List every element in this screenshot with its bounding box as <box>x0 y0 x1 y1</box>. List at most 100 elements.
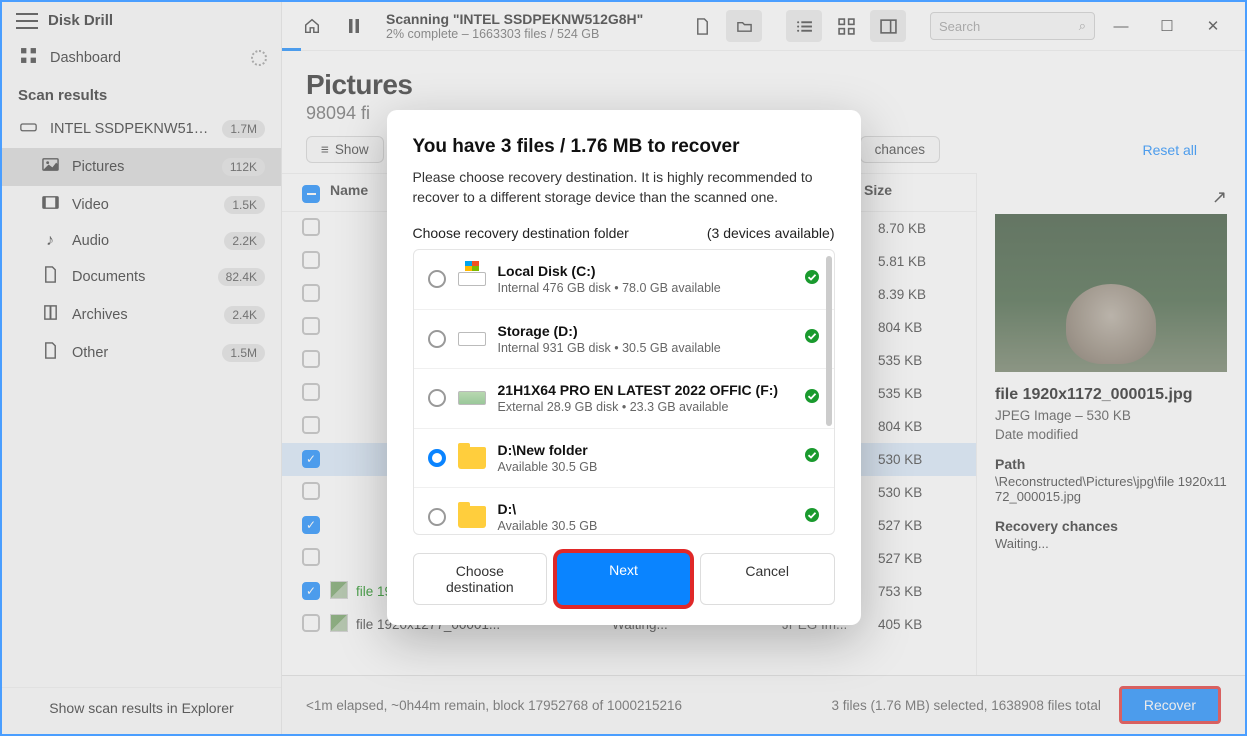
filter-chances[interactable]: chances <box>860 136 940 163</box>
sidebar-item-archives[interactable]: Archives 2.4K <box>2 296 281 334</box>
file-button[interactable] <box>684 10 720 42</box>
modal-devices-count: (3 devices available) <box>707 225 835 241</box>
sidebar-item-other[interactable]: Other 1.5M <box>2 334 281 372</box>
row-checkbox[interactable] <box>302 416 320 434</box>
row-checkbox[interactable] <box>302 450 320 468</box>
count-badge: 2.4K <box>224 306 265 324</box>
picture-icon <box>40 156 60 178</box>
destination-option[interactable]: D:\ Available 30.5 GB <box>414 488 834 535</box>
destination-detail: Internal 931 GB disk • 30.5 GB available <box>498 340 792 356</box>
sidebar-item-label: Video <box>72 197 212 213</box>
row-checkbox[interactable] <box>302 582 320 600</box>
filter-show[interactable]: ≡ Show <box>306 136 384 163</box>
sidebar-section-scan-results: Scan results <box>2 77 281 110</box>
close-button[interactable]: ✕ <box>1193 17 1233 35</box>
destination-option[interactable]: Storage (D:) Internal 931 GB disk • 30.5… <box>414 310 834 369</box>
row-checkbox[interactable] <box>302 218 320 236</box>
radio-button[interactable] <box>428 330 446 348</box>
sidebar-item-label: Documents <box>72 269 206 285</box>
grid-view-button[interactable] <box>828 10 864 42</box>
row-checkbox[interactable] <box>302 482 320 500</box>
list-view-button[interactable] <box>786 10 822 42</box>
sidebar-item-label: Archives <box>72 307 212 323</box>
check-ok-icon <box>804 269 820 290</box>
radio-button[interactable] <box>428 270 446 288</box>
check-ok-icon <box>804 507 820 528</box>
row-checkbox[interactable] <box>302 317 320 335</box>
sliders-icon: ≡ <box>321 142 329 157</box>
file-size: 535 KB <box>878 386 956 401</box>
sidebar-item-label: INTEL SSDPEKNW512G... <box>50 121 210 137</box>
file-size: 804 KB <box>878 320 956 335</box>
scan-subtitle: 2% complete – 1663303 files / 524 GB <box>386 27 678 41</box>
check-ok-icon <box>804 328 820 349</box>
choose-destination-button[interactable]: Choose destination <box>413 553 548 605</box>
folder-button[interactable] <box>726 10 762 42</box>
preview-path: \Reconstructed\Pictures\jpg\file 1920x11… <box>995 474 1227 504</box>
sidebar-item-documents[interactable]: Documents 82.4K <box>2 258 281 296</box>
windows-drive-icon <box>458 272 486 286</box>
radio-button[interactable] <box>428 449 446 467</box>
radio-button[interactable] <box>428 389 446 407</box>
row-checkbox[interactable] <box>302 350 320 368</box>
status-left: <1m elapsed, ~0h44m remain, block 179527… <box>306 698 682 713</box>
sidebar-item-device[interactable]: INTEL SSDPEKNW512G... 1.7M <box>2 110 281 148</box>
maximize-button[interactable]: ☐ <box>1147 17 1187 35</box>
count-badge: 1.7M <box>222 120 265 138</box>
show-in-explorer-button[interactable]: Show scan results in Explorer <box>2 687 281 734</box>
destination-option[interactable]: Local Disk (C:) Internal 476 GB disk • 7… <box>414 250 834 309</box>
cancel-button[interactable]: Cancel <box>700 553 835 605</box>
select-all-checkbox[interactable] <box>302 185 320 203</box>
audio-icon: ♪ <box>40 232 60 250</box>
search-input[interactable]: Search ⌕ <box>930 12 1095 40</box>
file-size: 804 KB <box>878 419 956 434</box>
file-size: 8.70 KB <box>878 221 956 236</box>
destination-name: Local Disk (C:) <box>498 262 792 280</box>
minimize-button[interactable]: — <box>1101 18 1141 35</box>
sidebar-item-label: Audio <box>72 233 212 249</box>
modal-choose-label: Choose recovery destination folder <box>413 225 629 241</box>
sidebar-item-dashboard[interactable]: Dashboard <box>2 39 281 77</box>
destination-name: D:\New folder <box>498 441 792 459</box>
file-size: 535 KB <box>878 353 956 368</box>
reset-all-link[interactable]: Reset all <box>1143 142 1197 158</box>
sidebar-item-audio[interactable]: ♪ Audio 2.2K <box>2 224 281 258</box>
preview-date-label: Date modified <box>995 427 1227 442</box>
sidebar-item-pictures[interactable]: Pictures 112K <box>2 148 281 186</box>
count-badge: 2.2K <box>224 232 265 250</box>
destination-option[interactable]: D:\New folder Available 30.5 GB <box>414 429 834 488</box>
preview-filename: file 1920x1172_000015.jpg <box>995 386 1227 404</box>
hamburger-icon[interactable] <box>16 13 38 29</box>
file-size: 753 KB <box>878 584 956 599</box>
row-checkbox[interactable] <box>302 516 320 534</box>
status-bar: <1m elapsed, ~0h44m remain, block 179527… <box>282 675 1245 734</box>
preview-panel: ↗ file 1920x1172_000015.jpg JPEG Image –… <box>977 173 1245 675</box>
panel-view-button[interactable] <box>870 10 906 42</box>
file-size: 530 KB <box>878 485 956 500</box>
row-checkbox[interactable] <box>302 383 320 401</box>
recover-button[interactable]: Recover <box>1119 686 1221 724</box>
thumbnail-icon <box>330 614 348 632</box>
open-external-icon[interactable]: ↗ <box>1212 187 1227 208</box>
scrollbar[interactable] <box>826 256 832 426</box>
sidebar-item-video[interactable]: Video 1.5K <box>2 186 281 224</box>
check-ok-icon <box>804 388 820 409</box>
count-badge: 82.4K <box>218 268 265 286</box>
file-icon <box>40 342 60 364</box>
row-checkbox[interactable] <box>302 614 320 632</box>
recovery-destination-modal: You have 3 files / 1.76 MB to recover Pl… <box>387 110 861 625</box>
preview-chances-label: Recovery chances <box>995 518 1227 534</box>
document-icon <box>40 266 60 288</box>
row-checkbox[interactable] <box>302 284 320 302</box>
row-checkbox[interactable] <box>302 548 320 566</box>
row-checkbox[interactable] <box>302 251 320 269</box>
radio-button[interactable] <box>428 508 446 526</box>
destination-detail: Internal 476 GB disk • 78.0 GB available <box>498 280 792 296</box>
home-button[interactable] <box>294 10 330 42</box>
scan-progress-bar <box>282 48 301 51</box>
pause-button[interactable] <box>336 10 372 42</box>
next-button[interactable]: Next <box>557 553 690 605</box>
col-size[interactable]: Size <box>864 182 956 203</box>
preview-path-label: Path <box>995 456 1227 472</box>
destination-option[interactable]: 21H1X64 PRO EN LATEST 2022 OFFIC (F:) Ex… <box>414 369 834 428</box>
